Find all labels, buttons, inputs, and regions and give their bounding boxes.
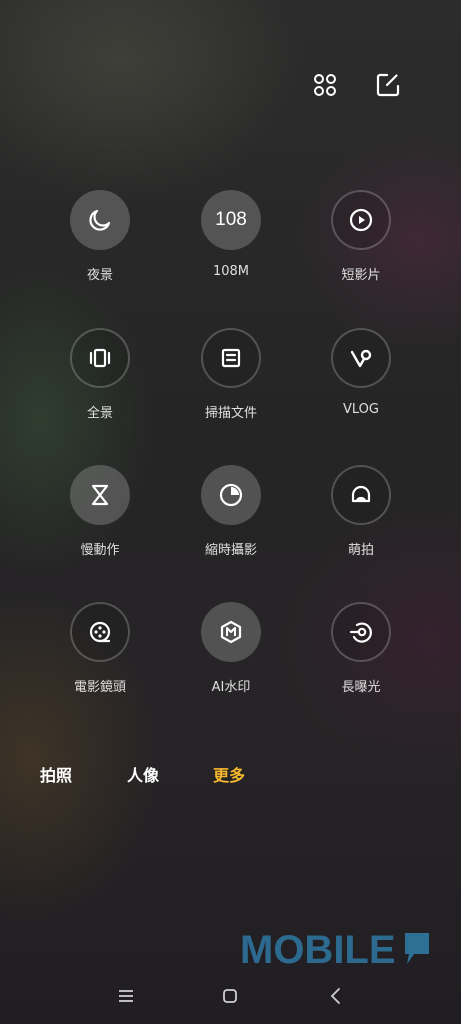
- tab-photo[interactable]: 拍照: [40, 762, 72, 786]
- tab-portrait[interactable]: 人像: [127, 762, 159, 786]
- hourglass-icon: [70, 465, 130, 525]
- moon-icon: [70, 190, 130, 250]
- mode-timelapse[interactable]: 縮時攝影: [181, 465, 281, 558]
- panorama-icon: [70, 328, 130, 388]
- home-icon[interactable]: [218, 984, 242, 1008]
- mode-panorama[interactable]: 全景: [50, 328, 150, 421]
- mode-label: 夜景: [86, 268, 113, 283]
- speech-bubble-icon: [405, 933, 429, 964]
- vlog-icon: [331, 328, 391, 388]
- 108-text: 108: [215, 209, 247, 230]
- tab-more[interactable]: 更多: [213, 762, 245, 786]
- long-exposure-icon: [331, 602, 391, 662]
- mode-label: 全景: [86, 406, 113, 421]
- mode-cute[interactable]: 萌拍: [311, 465, 411, 558]
- watermark-m-icon: [201, 602, 261, 662]
- mode-label: 縮時攝影: [204, 543, 257, 558]
- mode-document-scan[interactable]: 掃描文件: [181, 328, 281, 421]
- mode-label: 長曝光: [341, 680, 381, 695]
- timelapse-icon: [201, 465, 261, 525]
- mode-slow-motion[interactable]: 慢動作: [50, 465, 150, 558]
- cute-face-icon: [331, 465, 391, 525]
- mode-label: 掃描文件: [204, 406, 257, 421]
- menu-icon[interactable]: [114, 984, 138, 1008]
- mode-film-lens[interactable]: 電影鏡頭: [50, 602, 150, 695]
- 108-icon: 108: [201, 190, 261, 250]
- play-icon: [331, 190, 391, 250]
- mode-short-video[interactable]: 短影片: [311, 190, 411, 283]
- mode-label: 慢動作: [80, 543, 120, 558]
- mode-vlog[interactable]: VLOG: [311, 328, 411, 417]
- back-icon[interactable]: [324, 984, 348, 1008]
- grid-icon[interactable]: [312, 72, 338, 98]
- mode-night[interactable]: 夜景: [50, 190, 150, 283]
- mode-108m[interactable]: 108 108M: [181, 190, 281, 279]
- mode-label: VLOG: [343, 402, 379, 417]
- mode-ai-watermark[interactable]: AI水印: [181, 602, 281, 695]
- edit-icon[interactable]: [375, 72, 401, 98]
- mode-label: AI水印: [211, 680, 251, 695]
- document-scan-icon: [201, 328, 261, 388]
- mode-label: 108M: [212, 264, 250, 279]
- watermark-logo: MOBILE: [240, 928, 396, 972]
- film-reel-icon: [70, 602, 130, 662]
- mode-tabs: 拍照 人像 更多: [0, 762, 461, 786]
- mode-label: 電影鏡頭: [73, 680, 126, 695]
- mode-label: 萌拍: [347, 543, 374, 558]
- mode-label: 短影片: [341, 268, 381, 283]
- mode-long-exposure[interactable]: 長曝光: [311, 602, 411, 695]
- navigation-bar: [0, 984, 461, 1008]
